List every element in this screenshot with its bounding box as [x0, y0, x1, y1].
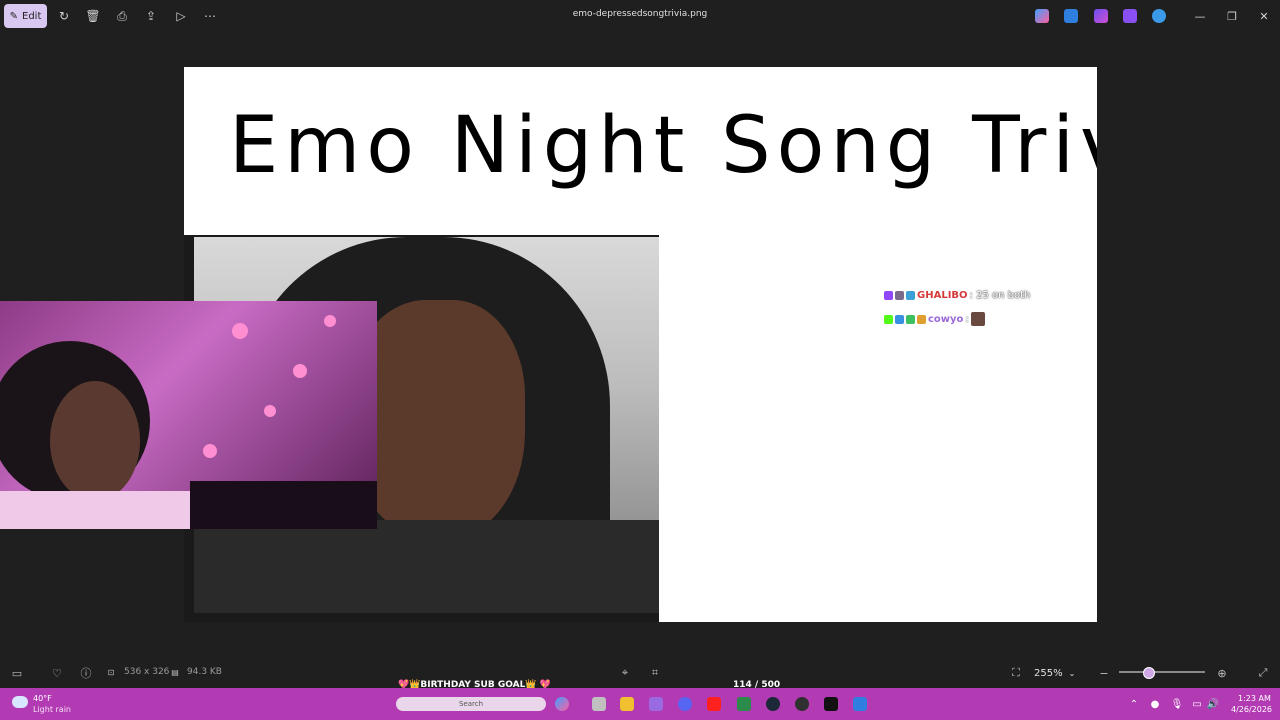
fullscreen-icon[interactable]: ⤢ [1256, 666, 1270, 680]
task-view-icon[interactable] [592, 697, 606, 711]
clock-time[interactable]: 1:23 AM [1238, 694, 1271, 703]
close-icon[interactable]: ✕ [1256, 8, 1272, 24]
volume-icon[interactable]: 🔊 [1207, 698, 1219, 710]
text-scan-icon[interactable]: ⌗ [648, 666, 662, 680]
handwritten-title: Emo Night Song Trivia! [229, 101, 1097, 191]
photo-coat [194, 520, 659, 613]
tray-app-icon[interactable]: ● [1149, 698, 1161, 710]
zoom-slider-thumb[interactable] [1143, 667, 1156, 679]
file-name: emo-depressedsongtrivia.png [572, 9, 708, 19]
chat-username: cowyo [928, 313, 964, 325]
zoom-slider[interactable] [1119, 671, 1205, 673]
steam-icon[interactable] [766, 697, 780, 711]
app-icon[interactable] [649, 697, 663, 711]
chat-text: : [965, 313, 969, 325]
twitch-badge-icon [884, 291, 893, 300]
clock-date[interactable]: 4/26/2026 [1231, 705, 1272, 714]
dimensions-icon: ⊡ [107, 667, 115, 677]
filmstrip-icon[interactable]: ▭ [10, 666, 24, 680]
chat-username: GHALIBO [917, 290, 968, 301]
green-badge-icon [906, 314, 915, 324]
chat-text: : 25 on both [969, 290, 1031, 301]
zoom-out-icon[interactable]: − [1097, 666, 1111, 680]
emote-icon [970, 312, 985, 326]
clipchamp-icon[interactable] [1094, 9, 1108, 23]
kick-badge-icon [884, 314, 893, 324]
taskbar-search[interactable]: Search [396, 697, 546, 711]
favorite-icon[interactable]: ♡ [50, 666, 64, 680]
chat-message-1: GHALIBO : 25 on both [884, 290, 1030, 301]
taskbar [0, 688, 1280, 720]
zoom-level: 255% [1034, 667, 1063, 679]
file-explorer-icon[interactable] [620, 697, 634, 711]
copilot-icon[interactable] [1035, 9, 1049, 23]
file-size-icon: ▤ [171, 667, 179, 677]
photos-icon[interactable] [853, 697, 867, 711]
webcam-overlay [0, 301, 377, 529]
zoom-in-icon[interactable]: ⊕ [1215, 666, 1229, 680]
tray-chevron-icon[interactable]: ⌃ [1128, 698, 1140, 710]
tiktok-icon[interactable] [824, 697, 838, 711]
subscriber-badge-icon [895, 291, 904, 300]
microphone-icon[interactable]: 🎙 [1171, 698, 1184, 710]
restore-icon[interactable]: ❐ [1224, 8, 1240, 24]
designer-icon[interactable] [1123, 9, 1137, 23]
title-text: Emo Night Song Trivia! [229, 101, 1097, 191]
zoom-dropdown[interactable]: 255% ⌄ [1034, 664, 1082, 682]
info-icon[interactable]: ⓘ [79, 666, 93, 680]
minimize-icon[interactable]: — [1192, 8, 1208, 24]
visual-search-icon[interactable]: ⌖ [618, 666, 632, 680]
discord-icon[interactable] [678, 697, 692, 711]
chat-message-2: cowyo : [884, 312, 985, 326]
weather-temperature[interactable]: 40°F [33, 694, 52, 703]
obs-icon[interactable] [795, 697, 809, 711]
display-icon[interactable]: ▭ [1191, 698, 1203, 710]
copilot-app-icon[interactable] [555, 697, 569, 711]
blue-badge-icon [895, 314, 904, 324]
yellow-badge-icon [917, 314, 926, 324]
fit-window-icon[interactable]: ⛶ [1009, 666, 1023, 680]
youtube-icon[interactable] [707, 697, 721, 711]
photo-editor-icon[interactable] [1064, 9, 1078, 23]
gift-badge-icon [906, 291, 915, 300]
streaming-app-icon[interactable] [737, 697, 751, 711]
chevron-down-icon: ⌄ [1068, 668, 1076, 678]
onedrive-icon[interactable] [1152, 9, 1166, 23]
image-dimensions: 536 x 326 [124, 667, 170, 677]
file-size: 94.3 KB [187, 667, 222, 677]
weather-description[interactable]: Light rain [33, 705, 71, 714]
weather-icon[interactable] [12, 696, 28, 708]
